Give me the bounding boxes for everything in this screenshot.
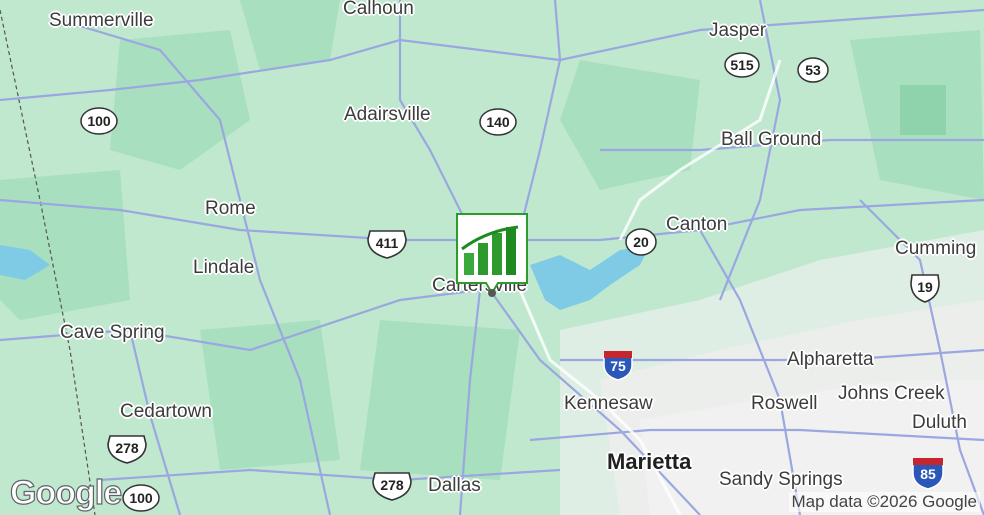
map-canvas[interactable]: Summerville Calhoun Jasper Adairsville B… xyxy=(0,0,984,515)
city-label-sandy-springs: Sandy Springs xyxy=(719,469,843,490)
city-label-cave-spring: Cave Spring xyxy=(60,322,165,343)
route-shield-278-west: 278 xyxy=(106,434,148,464)
city-label-roswell: Roswell xyxy=(751,393,818,414)
city-label-johns-creek: Johns Creek xyxy=(838,383,945,404)
green-bar-chart-icon xyxy=(456,213,528,297)
city-label-adairsville: Adairsville xyxy=(344,104,431,125)
route-shield-19: 19 xyxy=(909,273,941,303)
city-label-alpharetta: Alpharetta xyxy=(787,349,874,370)
route-shield-140: 140 xyxy=(479,108,517,136)
route-shield-i75: 75 xyxy=(602,349,634,381)
city-label-cedartown: Cedartown xyxy=(120,401,212,422)
location-marker[interactable] xyxy=(456,213,528,297)
google-logo: Google xyxy=(9,473,122,512)
city-label-calhoun: Calhoun xyxy=(343,0,414,19)
city-label-dallas: Dallas xyxy=(428,475,481,496)
route-shield-278-east: 278 xyxy=(371,471,413,501)
route-shield-100-north: 100 xyxy=(80,107,118,135)
route-shield-20: 20 xyxy=(625,228,657,256)
route-shield-i85: 85 xyxy=(911,456,945,490)
city-label-jasper: Jasper xyxy=(709,20,767,41)
city-label-summerville: Summerville xyxy=(49,10,154,31)
city-label-kennesaw: Kennesaw xyxy=(564,393,653,414)
route-shield-411: 411 xyxy=(366,229,408,259)
route-shield-100-south: 100 xyxy=(122,484,160,512)
route-shield-515: 515 xyxy=(724,52,760,78)
city-label-ball-ground: Ball Ground xyxy=(721,129,822,150)
city-label-marietta: Marietta xyxy=(607,449,692,474)
city-label-canton: Canton xyxy=(666,214,728,235)
route-shield-53: 53 xyxy=(797,57,829,83)
map-attribution[interactable]: Map data ©2026 Google xyxy=(788,492,980,512)
city-label-duluth: Duluth xyxy=(912,412,967,433)
city-label-lindale: Lindale xyxy=(193,257,255,278)
city-label-rome: Rome xyxy=(205,198,256,219)
city-label-cumming: Cumming xyxy=(895,238,977,259)
